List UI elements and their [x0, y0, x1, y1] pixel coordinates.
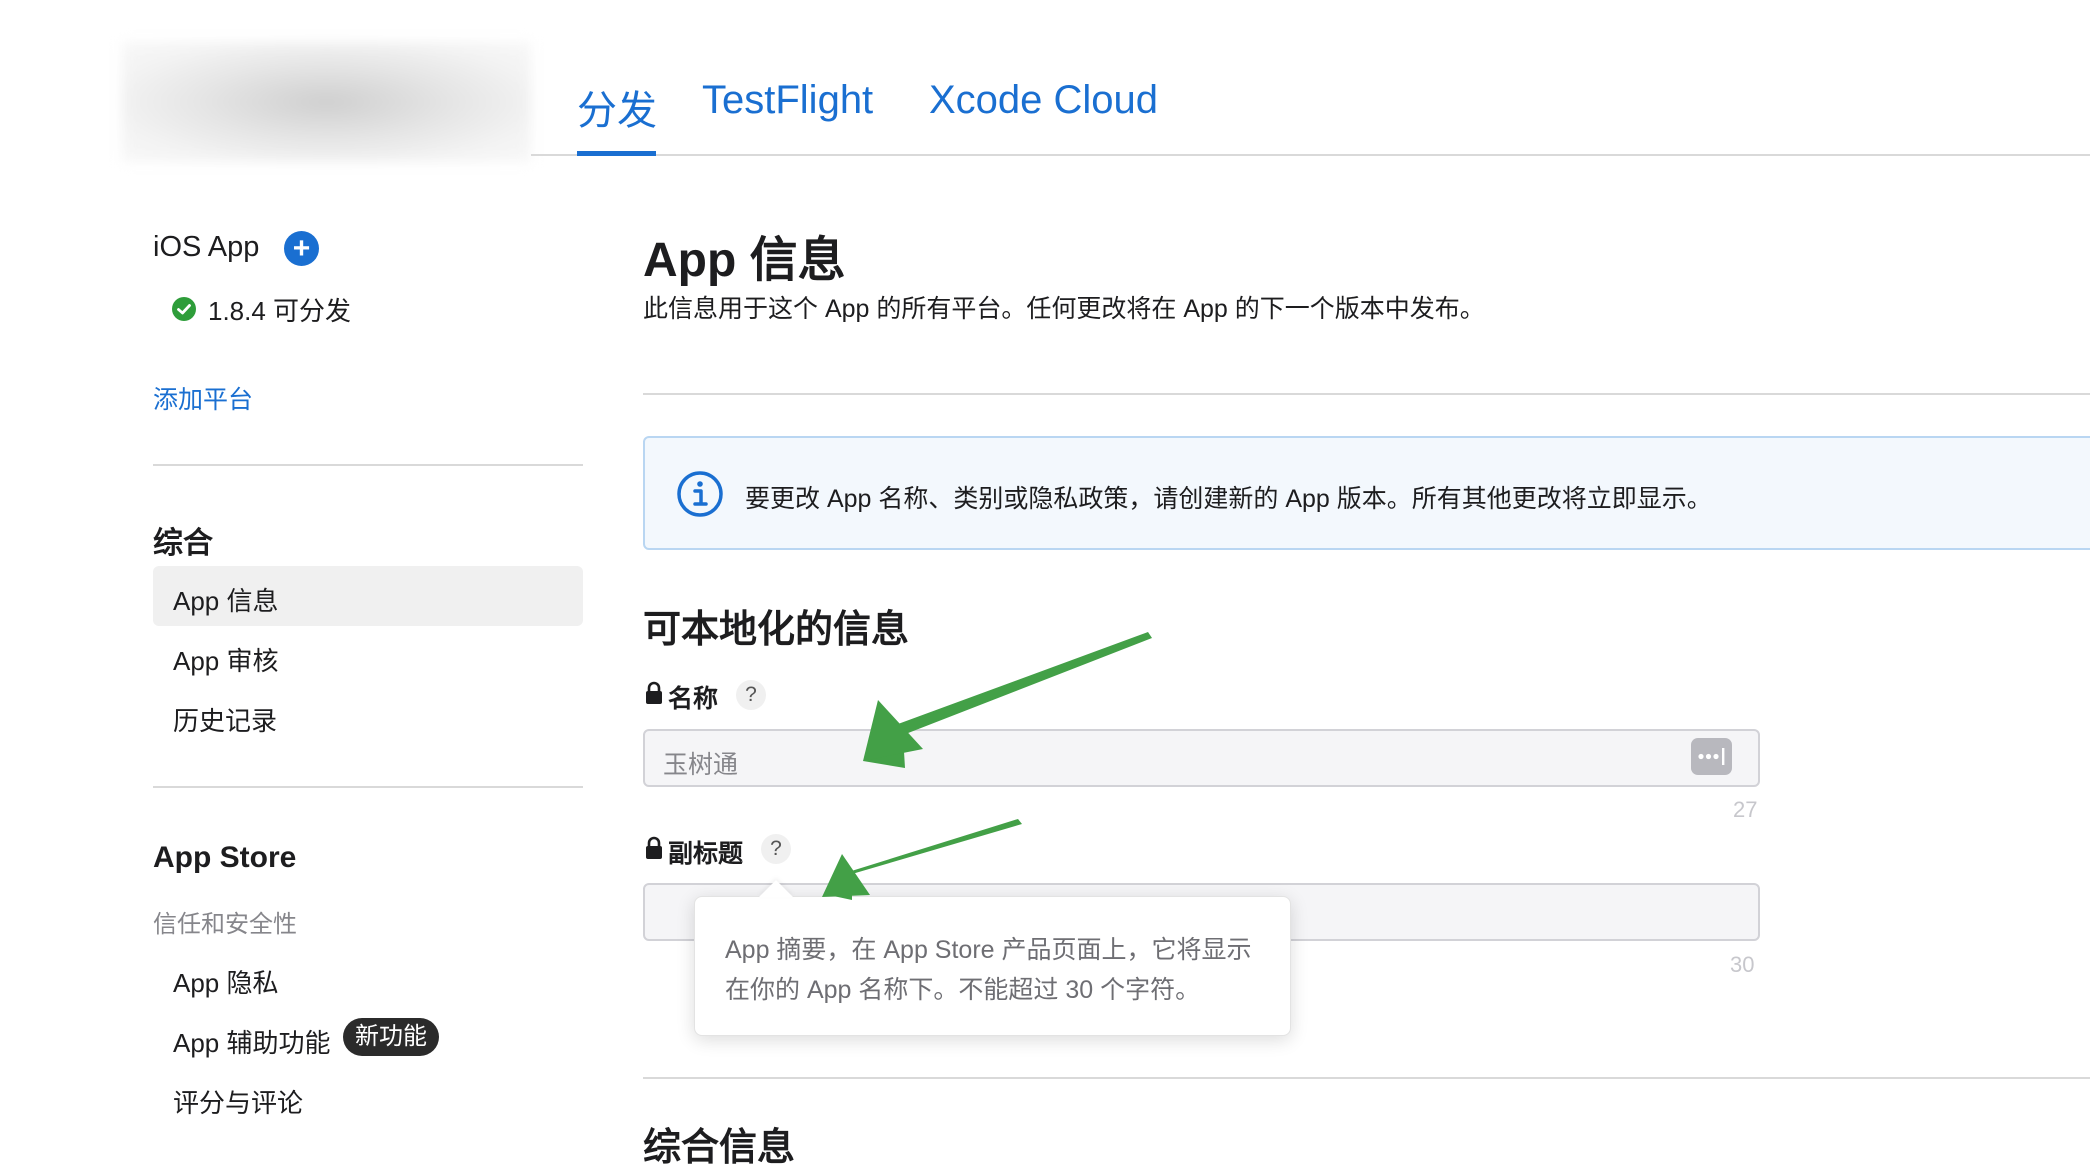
section-title-general-info: 综合信息: [643, 1127, 796, 1169]
version-status-link[interactable]: 1.8.4 可分发: [208, 291, 351, 328]
subtitle-help-button[interactable]: ?: [761, 834, 791, 864]
sidebar-divider: [153, 464, 583, 466]
sidebar-subheading-trust: 信任和安全性: [153, 911, 297, 938]
sidebar-item-app-info[interactable]: App 信息: [173, 581, 279, 618]
check-circle-icon: [172, 297, 196, 321]
new-feature-badge: 新功能: [343, 1018, 439, 1056]
add-platform-link[interactable]: 添加平台: [153, 380, 253, 416]
sidebar-item-ratings-reviews[interactable]: 评分与评论: [173, 1083, 303, 1120]
info-banner-text: 要更改 App 名称、类别或隐私政策，请创建新的 App 版本。所有其他更改将立…: [745, 485, 1712, 513]
page-title: App 信息: [643, 234, 846, 287]
subtitle-char-count: 30: [1730, 952, 1755, 977]
more-options-icon[interactable]: [1691, 738, 1732, 775]
sidebar-heading-app-store: App Store: [153, 841, 297, 874]
name-char-count: 27: [1733, 797, 1758, 822]
app-icon-placeholder: [122, 42, 531, 162]
active-tab-indicator: [577, 151, 656, 156]
top-divider: [531, 154, 2090, 156]
name-input[interactable]: 玉树通: [643, 729, 1760, 787]
sidebar-item-history[interactable]: 历史记录: [173, 701, 277, 738]
tooltip-caret: [759, 880, 793, 897]
sidebar-divider: [153, 786, 583, 788]
sidebar-item-app-privacy[interactable]: App 隐私: [173, 963, 279, 1000]
main-divider: [643, 1077, 2090, 1079]
main-divider: [643, 393, 2090, 395]
subtitle-help-tooltip: App 摘要，在 App Store 产品页面上，它将显示在你的 App 名称下…: [694, 896, 1291, 1036]
lock-icon: [646, 836, 662, 859]
name-help-button[interactable]: ?: [736, 680, 766, 710]
tab-xcode-cloud[interactable]: Xcode Cloud: [929, 78, 1158, 123]
name-input-value: 玉树通: [663, 751, 739, 779]
subtitle-field-label: 副标题: [668, 840, 744, 868]
page-description: 此信息用于这个 App 的所有平台。任何更改将在 App 的下一个版本中发布。: [643, 295, 1485, 323]
tab-distribution[interactable]: 分发: [577, 78, 657, 136]
info-icon: [677, 471, 723, 517]
name-field-label: 名称: [668, 685, 719, 713]
tab-testflight[interactable]: TestFlight: [702, 78, 873, 123]
add-version-plus-icon[interactable]: +: [284, 231, 319, 266]
tooltip-text: App 摘要，在 App Store 产品页面上，它将显示在你的 App 名称下…: [725, 936, 1252, 1004]
section-title-localizable: 可本地化的信息: [643, 609, 910, 651]
sidebar-item-accessibility[interactable]: App 辅助功能: [173, 1023, 331, 1060]
sidebar-heading-general: 综合: [153, 527, 213, 560]
sidebar-item-app-review[interactable]: App 审核: [173, 641, 279, 678]
platform-title: iOS App: [153, 231, 260, 263]
lock-icon: [646, 681, 662, 704]
